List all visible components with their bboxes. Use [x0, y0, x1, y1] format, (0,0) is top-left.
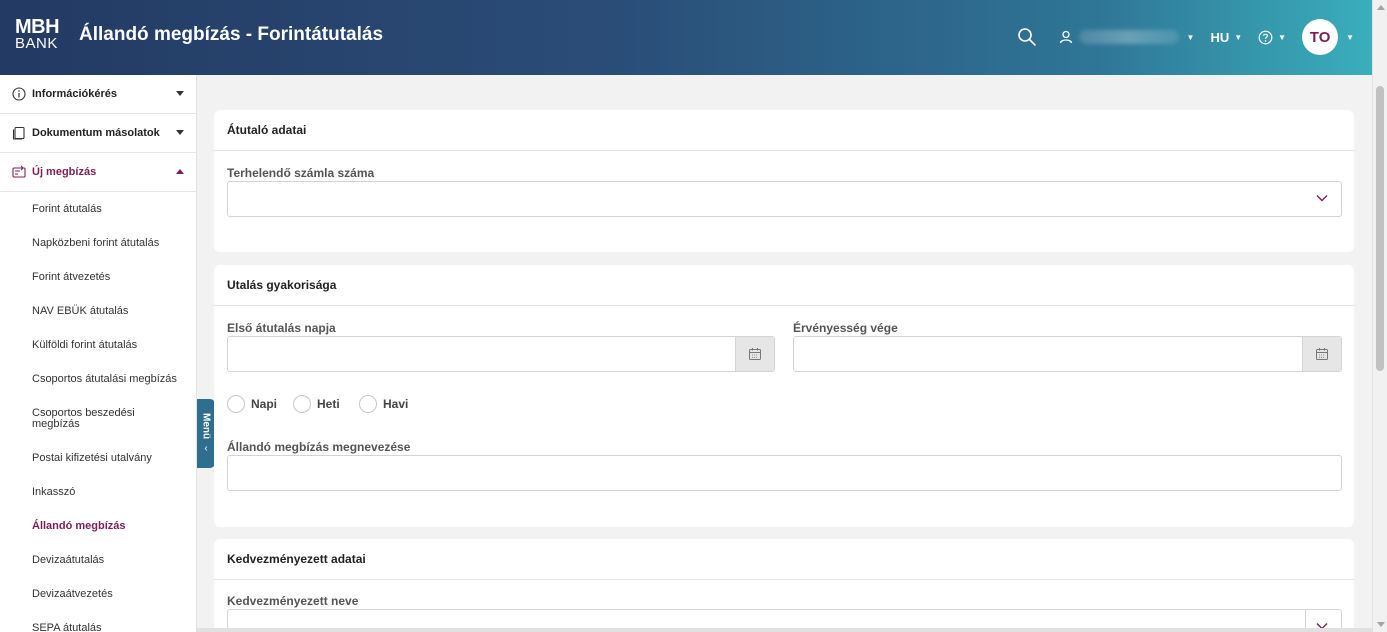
sidebar-item-postal-payment[interactable]: Postai kifizetési utalvány: [0, 441, 196, 475]
beneficiary-section: Kedvezményezett adatai Kedvezményezett n…: [214, 539, 1354, 632]
radio-daily[interactable]: Napi: [227, 395, 277, 413]
sidebar-item-intraday-transfer[interactable]: Napközbeni forint átutalás: [0, 226, 196, 260]
sidebar-group-label: Új megbízás: [32, 166, 97, 178]
radio-circle[interactable]: [293, 395, 311, 413]
help-menu[interactable]: ▼: [1258, 30, 1286, 45]
sidebar-item-group-transfer-order[interactable]: Csoportos átutalási megbízás: [0, 362, 196, 396]
chevron-down-icon[interactable]: ▼: [1346, 33, 1354, 42]
chevron-down-icon: [1316, 195, 1328, 202]
top-header: MBH BANK Állandó megbízás - Forintátutal…: [0, 0, 1372, 75]
radio-circle[interactable]: [227, 395, 245, 413]
payer-section: Átutaló adatai Terhelendő számla száma: [214, 110, 1354, 252]
main-content: Átutaló adatai Terhelendő számla száma U…: [197, 75, 1372, 632]
logo-text-top: MBH: [15, 16, 60, 38]
sidebar-group-new-order[interactable]: Új megbízás: [0, 153, 196, 192]
sidebar-group-label: Információkérés: [32, 88, 117, 100]
calendar-button[interactable]: [735, 337, 774, 371]
mbh-bank-logo[interactable]: MBH BANK: [15, 16, 61, 54]
user-icon: [1059, 30, 1072, 44]
first-date-input[interactable]: [227, 336, 775, 372]
section-title: Átutaló adatai: [214, 110, 1354, 151]
user-name-redacted: [1078, 30, 1179, 44]
chevron-down-icon: [176, 130, 184, 135]
radio-label: Napi: [251, 397, 278, 411]
page-title: Állandó megbízás - Forintátutalás: [79, 24, 384, 45]
account-label: Terhelendő számla száma: [227, 166, 375, 180]
sidebar-item-group-direct-debit[interactable]: Csoportos beszedési megbízás: [0, 396, 196, 441]
sidebar-item-fx-transfer[interactable]: Devizaátutalás: [0, 543, 196, 577]
sidebar-group-documents[interactable]: Dokumentum másolatok: [0, 114, 196, 153]
user-menu[interactable]: ▼: [1059, 30, 1195, 44]
vertical-scrollbar[interactable]: [1372, 0, 1387, 632]
section-title: Kedvezményezett adatai: [214, 539, 1354, 580]
sidebar-item-standing-order[interactable]: Állandó megbízás: [0, 509, 196, 543]
validity-end-label: Érvényesség vége: [793, 321, 898, 335]
radio-label: Havi: [383, 397, 409, 411]
sidebar-item-fx-internal-transfer[interactable]: Devizaátvezetés: [0, 577, 196, 611]
search-icon[interactable]: [1017, 27, 1037, 47]
horizontal-scrollbar[interactable]: [197, 628, 1372, 632]
sidebar-item-sepa-transfer[interactable]: SEPA átutalás: [0, 611, 196, 632]
account-select[interactable]: [227, 181, 1342, 217]
radio-label: Heti: [317, 397, 340, 411]
sidebar-item-foreign-forint-transfer[interactable]: Külföldi forint átutalás: [0, 328, 196, 362]
radio-circle[interactable]: [359, 395, 377, 413]
language-selector[interactable]: HU ▼: [1210, 30, 1242, 45]
frequency-section: Utalás gyakorisága Első átutalás napja É…: [214, 265, 1354, 527]
language-label: HU: [1210, 29, 1230, 45]
standing-order-name-input[interactable]: [227, 455, 1342, 491]
new-order-icon: [12, 165, 26, 178]
calendar-icon: [749, 348, 761, 360]
first-date-label: Első átutalás napja: [227, 321, 336, 335]
document-icon: [12, 126, 25, 140]
sidebar: Információkérés Dokumentum másolatok Új …: [0, 75, 197, 632]
sidebar-item-forint-internal-transfer[interactable]: Forint átvezetés: [0, 260, 196, 294]
avatar[interactable]: TO: [1302, 19, 1339, 55]
chevron-down-icon: ▼: [1278, 32, 1287, 42]
radio-monthly[interactable]: Havi: [359, 395, 408, 413]
chevron-down-icon: ▼: [1186, 32, 1195, 42]
radio-weekly[interactable]: Heti: [293, 395, 340, 413]
calendar-button[interactable]: [1302, 337, 1341, 371]
chevron-down-icon: [176, 91, 184, 96]
scrollbar-thumb[interactable]: [1376, 86, 1384, 371]
standing-order-name-label: Állandó megbízás megnevezése: [227, 440, 411, 454]
header-tools: ▼ HU ▼ ▼ TO ▼: [1017, 17, 1354, 57]
logo-text-bottom: BANK: [15, 35, 58, 52]
sidebar-group-information[interactable]: Információkérés: [0, 75, 196, 114]
scroll-down-icon[interactable]: [1377, 622, 1385, 627]
sidebar-item-collection[interactable]: Inkasszó: [0, 475, 196, 509]
beneficiary-name-label: Kedvezményezett neve: [227, 594, 359, 608]
scroll-up-icon[interactable]: [1377, 5, 1385, 10]
help-icon: [1258, 30, 1273, 44]
info-icon: [12, 87, 26, 101]
section-title: Utalás gyakorisága: [214, 265, 1354, 306]
chevron-down-icon: ▼: [1234, 32, 1243, 42]
calendar-icon: [1316, 348, 1328, 360]
chevron-up-icon: [176, 169, 184, 174]
sidebar-group-label: Dokumentum másolatok: [32, 127, 160, 139]
validity-end-input[interactable]: [793, 336, 1342, 372]
sidebar-item-nav-ebuk-transfer[interactable]: NAV EBÜK átutalás: [0, 294, 196, 328]
sidebar-item-forint-transfer[interactable]: Forint átutalás: [0, 192, 196, 226]
